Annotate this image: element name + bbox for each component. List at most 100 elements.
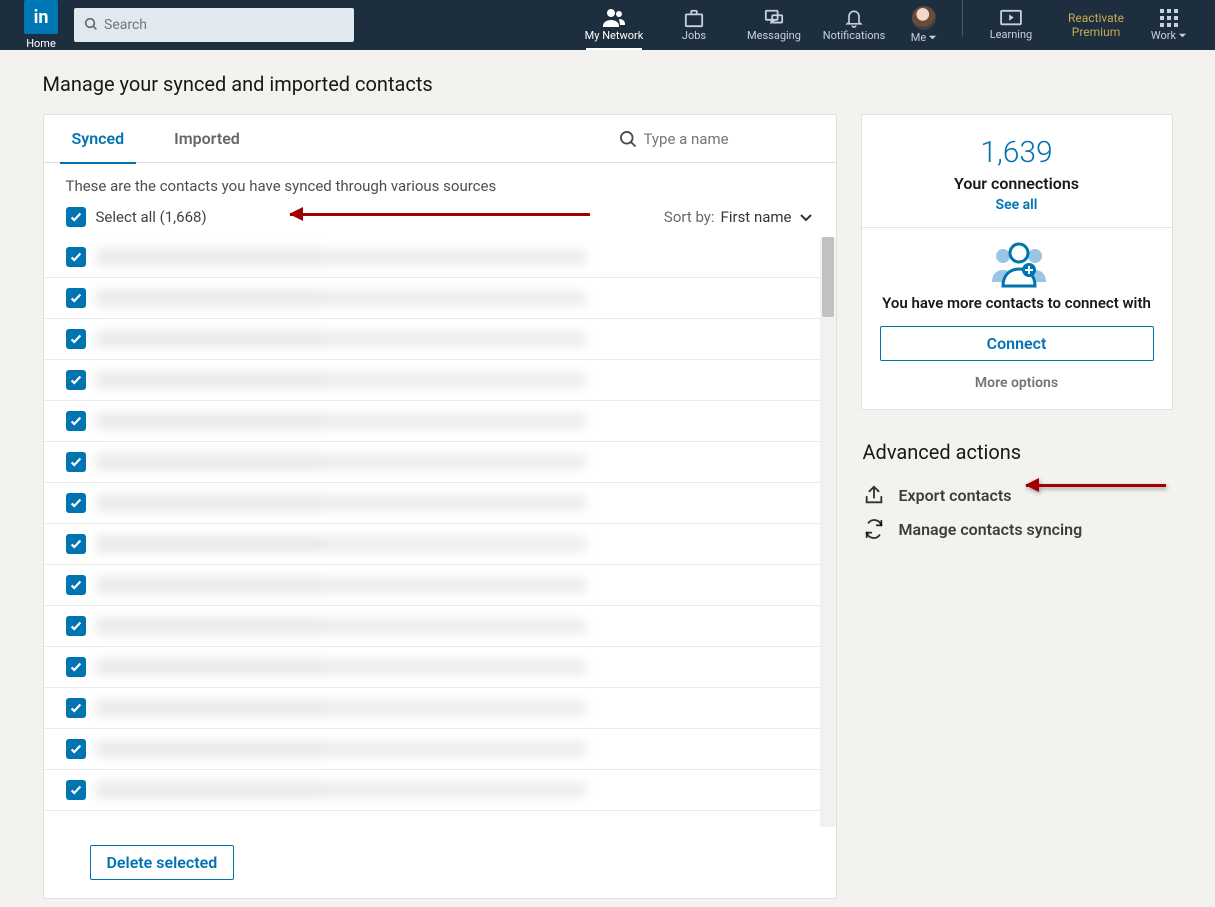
contact-row[interactable] (44, 565, 836, 606)
nav-learning[interactable]: Learning (971, 0, 1051, 50)
nav-premium[interactable]: ReactivatePremium (1051, 0, 1141, 50)
row-checkbox[interactable] (66, 288, 86, 308)
global-search[interactable] (74, 8, 354, 42)
contact-email-blurred (326, 249, 586, 265)
contact-row[interactable] (44, 278, 836, 319)
more-contacts-message: You have more contacts to connect with (880, 294, 1154, 312)
contacts-card: Synced Imported These are the contacts y… (43, 114, 837, 899)
top-nav: in Home My Network Jobs Messaging Notifi… (0, 0, 1215, 50)
contact-row[interactable] (44, 319, 836, 360)
advanced-actions-header: Advanced actions (863, 440, 1173, 464)
contact-search-input[interactable] (644, 130, 814, 148)
tab-synced[interactable]: Synced (66, 115, 131, 163)
contact-name-blurred (96, 658, 326, 676)
row-checkbox[interactable] (66, 657, 86, 677)
contact-name-blurred (96, 330, 326, 348)
scrollbar-thumb[interactable] (822, 237, 834, 317)
list-description: These are the contacts you have synced t… (44, 163, 836, 203)
row-checkbox[interactable] (66, 534, 86, 554)
connect-button[interactable]: Connect (880, 326, 1154, 361)
nav-me[interactable]: Me (894, 0, 954, 50)
nav-home[interactable]: in Home (18, 0, 64, 50)
export-icon (863, 484, 885, 506)
contact-search[interactable] (618, 129, 814, 149)
export-contacts-link[interactable]: Export contacts (861, 478, 1173, 512)
contact-email-blurred (326, 782, 586, 798)
contact-row[interactable] (44, 360, 836, 401)
contact-email-blurred (326, 495, 586, 511)
contact-email-blurred (326, 659, 586, 675)
annotation-arrow (1026, 484, 1166, 487)
contact-name-blurred (96, 248, 326, 266)
page-title: Manage your synced and imported contacts (43, 72, 1173, 96)
avatar-icon (912, 6, 936, 30)
nav-my-network[interactable]: My Network (574, 0, 654, 50)
contact-row[interactable] (44, 647, 836, 688)
people-plus-icon (989, 242, 1045, 286)
connections-label: Your connections (880, 174, 1154, 193)
manage-syncing-link[interactable]: Manage contacts syncing (861, 512, 1173, 546)
row-checkbox[interactable] (66, 780, 86, 800)
row-checkbox[interactable] (66, 575, 86, 595)
contact-row[interactable] (44, 688, 836, 729)
contact-row[interactable] (44, 770, 836, 811)
more-options-link[interactable]: More options (880, 375, 1154, 391)
caret-down-icon (1178, 31, 1187, 40)
select-all-checkbox[interactable] (66, 207, 86, 227)
search-icon (83, 16, 99, 36)
contact-email-blurred (326, 331, 586, 347)
row-checkbox[interactable] (66, 739, 86, 759)
contact-email-blurred (326, 290, 586, 306)
nav-work[interactable]: Work (1141, 0, 1197, 50)
contact-name-blurred (96, 453, 326, 471)
chevron-down-icon (798, 209, 814, 225)
contact-name-blurred (96, 781, 326, 799)
sort-dropdown[interactable]: Sort by: First name (664, 208, 814, 226)
row-checkbox[interactable] (66, 493, 86, 513)
premium-line2: Premium (1072, 25, 1120, 39)
nav-messaging[interactable]: Messaging (734, 0, 814, 50)
nav-label: Me (911, 31, 926, 44)
sort-value: First name (721, 208, 792, 226)
select-all-label: Select all (1,668) (96, 208, 207, 226)
connections-count: 1,639 (880, 135, 1154, 170)
premium-line1: Reactivate (1068, 11, 1124, 25)
see-all-link[interactable]: See all (996, 197, 1038, 213)
nav-home-label: Home (26, 37, 56, 50)
nav-label: Learning (990, 28, 1032, 41)
nav-label: Messaging (747, 29, 801, 42)
contact-name-blurred (96, 576, 326, 594)
contact-email-blurred (326, 618, 586, 634)
bell-icon (844, 8, 864, 28)
nav-jobs[interactable]: Jobs (654, 0, 734, 50)
contact-email-blurred (326, 454, 586, 470)
contact-row[interactable] (44, 442, 836, 483)
row-checkbox[interactable] (66, 370, 86, 390)
search-input[interactable] (74, 8, 354, 42)
row-checkbox[interactable] (66, 698, 86, 718)
row-checkbox[interactable] (66, 411, 86, 431)
contact-row[interactable] (44, 401, 836, 442)
contact-row[interactable] (44, 606, 836, 647)
nav-notifications[interactable]: Notifications (814, 0, 894, 50)
row-checkbox[interactable] (66, 616, 86, 636)
contact-row[interactable] (44, 729, 836, 770)
tab-imported[interactable]: Imported (168, 115, 246, 163)
row-checkbox[interactable] (66, 329, 86, 349)
contact-name-blurred (96, 494, 326, 512)
contact-email-blurred (326, 741, 586, 757)
apps-grid-icon (1159, 8, 1179, 28)
people-icon (602, 8, 626, 28)
contact-name-blurred (96, 289, 326, 307)
briefcase-icon (683, 8, 705, 28)
row-checkbox[interactable] (66, 452, 86, 472)
contact-name-blurred (96, 412, 326, 430)
contact-name-blurred (96, 535, 326, 553)
sync-icon (863, 518, 885, 540)
contact-row[interactable] (44, 483, 836, 524)
contact-row[interactable] (44, 237, 836, 278)
scrollbar[interactable] (820, 237, 836, 827)
row-checkbox[interactable] (66, 247, 86, 267)
delete-selected-button[interactable]: Delete selected (90, 845, 235, 880)
contact-row[interactable] (44, 524, 836, 565)
